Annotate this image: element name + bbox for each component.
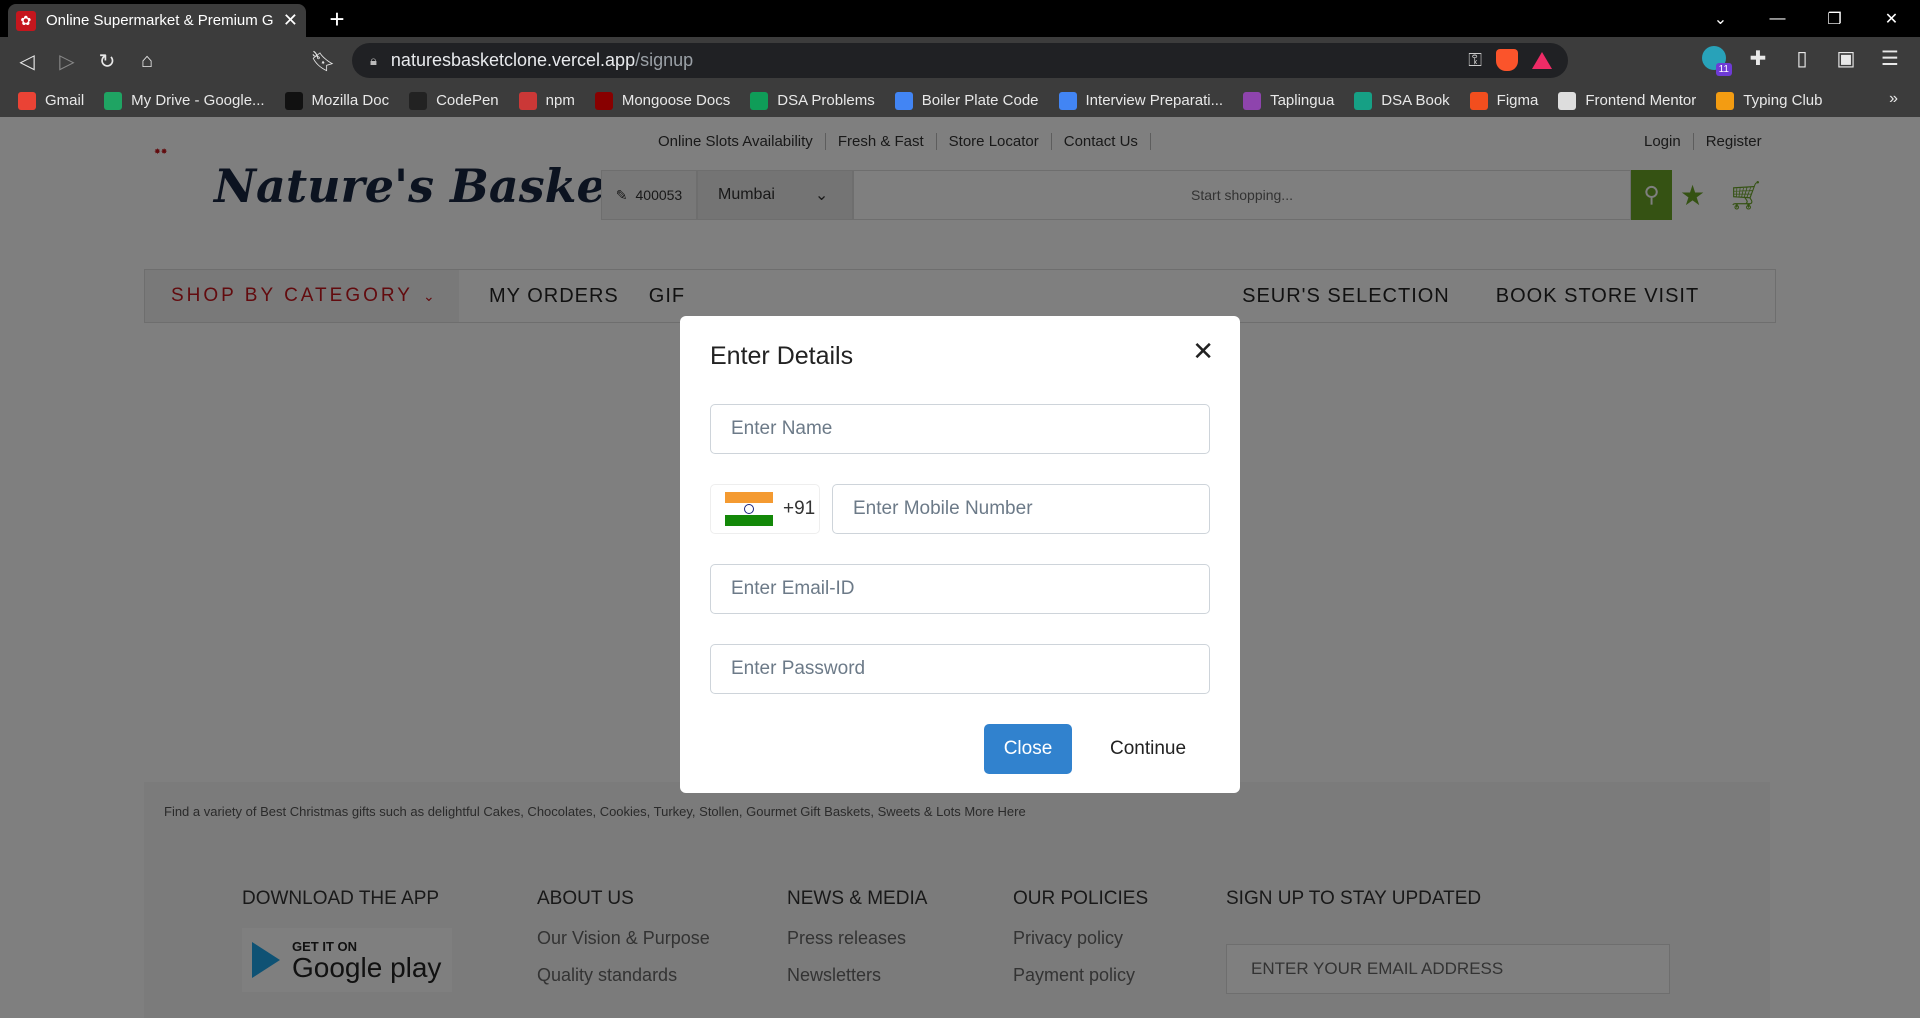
fire-icon bbox=[1716, 91, 1735, 110]
url-text: naturesbasketclone.vercel.app/signup bbox=[390, 50, 694, 70]
extensions-puzzle-icon[interactable]: ✚ bbox=[1746, 46, 1770, 70]
natures-basket-favicon-icon: ✿ bbox=[16, 10, 36, 31]
tab-title: Online Supermarket & Premium G bbox=[46, 12, 274, 29]
sheets-icon bbox=[750, 91, 769, 110]
brave-shields-icon[interactable] bbox=[1496, 49, 1518, 71]
bookmark-label: DSA Book bbox=[1381, 92, 1450, 109]
reload-icon[interactable]: ↻ bbox=[92, 46, 122, 76]
tab-search-icon[interactable]: ⌄ bbox=[1692, 0, 1749, 37]
tab-close-icon[interactable]: ✕ bbox=[283, 10, 298, 31]
bookmark-item[interactable]: Boiler Plate Code bbox=[894, 91, 1039, 110]
modal-backdrop[interactable]: Enter Details ✕ Enter Name +91 Enter Mob… bbox=[0, 117, 1920, 1018]
bookmark-label: Gmail bbox=[45, 92, 85, 109]
bookmark-label: CodePen bbox=[436, 92, 499, 109]
close-icon[interactable]: ✕ bbox=[1192, 336, 1214, 367]
bookmark-icon[interactable]: 🔖︎ bbox=[308, 46, 338, 76]
bookmark-label: Interview Preparati... bbox=[1085, 92, 1224, 109]
india-flag-icon bbox=[725, 492, 773, 526]
bookmark-label: Typing Club bbox=[1743, 92, 1823, 109]
password-field[interactable]: Enter Password bbox=[710, 644, 1210, 694]
browser-toolbar: ◁ ▷ ↻ ⌂ 🔖︎ 🔒︎ naturesbasketclone.vercel.… bbox=[0, 37, 1920, 84]
restore-icon[interactable]: ❐ bbox=[1806, 0, 1863, 37]
email-placeholder: Enter Email-ID bbox=[731, 578, 855, 599]
back-icon[interactable]: ◁ bbox=[12, 46, 42, 76]
star-icon bbox=[1243, 91, 1262, 110]
codepen-icon bbox=[409, 91, 428, 110]
drive-icon bbox=[104, 91, 123, 110]
bookmark-label: DSA Problems bbox=[777, 92, 875, 109]
sidebar-icon[interactable]: ▯ bbox=[1790, 46, 1814, 70]
browser-tab-bar: ✿ Online Supermarket & Premium G ✕ + ⌄ —… bbox=[0, 0, 1920, 37]
forward-icon[interactable]: ▷ bbox=[52, 46, 82, 76]
name-field[interactable]: Enter Name bbox=[710, 404, 1210, 454]
mongoose-icon bbox=[594, 91, 613, 110]
country-code-selector[interactable]: +91 bbox=[710, 484, 820, 534]
home-icon[interactable]: ⌂ bbox=[132, 46, 162, 76]
brave-rewards-icon[interactable] bbox=[1532, 51, 1552, 69]
minimize-icon[interactable]: — bbox=[1749, 0, 1806, 37]
bookmark-item[interactable]: Figma bbox=[1469, 91, 1539, 110]
gmail-icon bbox=[18, 91, 36, 110]
book-icon bbox=[1354, 91, 1373, 110]
email-field[interactable]: Enter Email-ID bbox=[710, 564, 1210, 614]
password-placeholder: Enter Password bbox=[731, 658, 866, 679]
npm-icon bbox=[518, 91, 537, 110]
bookmark-label: Mongoose Docs bbox=[621, 92, 731, 109]
browser-tab[interactable]: ✿ Online Supermarket & Premium G ✕ bbox=[8, 4, 306, 37]
bookmark-label: Figma bbox=[1496, 92, 1539, 109]
name-placeholder: Enter Name bbox=[731, 418, 833, 439]
wallet-icon[interactable]: ▣ bbox=[1834, 46, 1858, 70]
bookmark-item[interactable]: My Drive - Google... bbox=[104, 91, 265, 110]
mobile-placeholder: Enter Mobile Number bbox=[853, 498, 1033, 519]
menu-icon[interactable]: ☰ bbox=[1878, 46, 1902, 70]
bookmark-label: Mozilla Doc bbox=[311, 92, 390, 109]
bookmarks-bar: Gmail My Drive - Google... Mozilla Doc Code… bbox=[0, 84, 1920, 117]
bookmark-label: Taplingua bbox=[1270, 92, 1335, 109]
bookmark-item[interactable]: DSA Problems bbox=[750, 91, 875, 110]
bookmark-item[interactable]: CodePen bbox=[409, 91, 499, 110]
bookmark-item[interactable]: Interview Preparati... bbox=[1058, 91, 1224, 110]
bookmark-item[interactable]: Gmail bbox=[18, 91, 85, 110]
mobile-number-field[interactable]: Enter Mobile Number bbox=[832, 484, 1210, 534]
figma-icon bbox=[1469, 91, 1488, 110]
bookmark-label: My Drive - Google... bbox=[131, 92, 265, 109]
continue-button[interactable]: Continue bbox=[1088, 724, 1208, 774]
mdn-icon bbox=[284, 91, 303, 110]
window-close-icon[interactable]: ✕ bbox=[1863, 0, 1920, 37]
country-code: +91 bbox=[783, 498, 816, 519]
bookmark-label: Frontend Mentor bbox=[1585, 92, 1697, 109]
password-key-icon[interactable]: ⚿ bbox=[1468, 50, 1482, 71]
enter-details-modal: Enter Details ✕ Enter Name +91 Enter Mob… bbox=[680, 316, 1240, 793]
frontend-mentor-icon bbox=[1558, 91, 1577, 110]
docs-icon bbox=[1058, 91, 1077, 110]
bookmark-item[interactable]: Taplingua bbox=[1243, 91, 1335, 110]
bookmark-item[interactable]: Mozilla Doc bbox=[284, 91, 390, 110]
bookmarks-more-icon[interactable]: » bbox=[1889, 90, 1898, 108]
address-bar[interactable]: 🔒︎ naturesbasketclone.vercel.app/signup … bbox=[352, 43, 1568, 78]
bookmark-item[interactable]: npm bbox=[518, 91, 575, 110]
lock-icon: 🔒︎ bbox=[370, 52, 377, 68]
bookmark-item[interactable]: Typing Club bbox=[1716, 91, 1823, 110]
bookmark-label: Boiler Plate Code bbox=[921, 92, 1039, 109]
bookmark-item[interactable]: Frontend Mentor bbox=[1558, 91, 1697, 110]
docs-icon bbox=[894, 91, 913, 110]
new-tab-icon[interactable]: + bbox=[322, 4, 352, 34]
extension-badge-icon[interactable]: 11 bbox=[1702, 46, 1732, 76]
close-button[interactable]: Close bbox=[984, 724, 1072, 774]
bookmark-item[interactable]: DSA Book bbox=[1354, 91, 1450, 110]
modal-title: Enter Details bbox=[710, 342, 854, 370]
bookmark-label: npm bbox=[545, 92, 575, 109]
bookmark-item[interactable]: Mongoose Docs bbox=[594, 91, 731, 110]
